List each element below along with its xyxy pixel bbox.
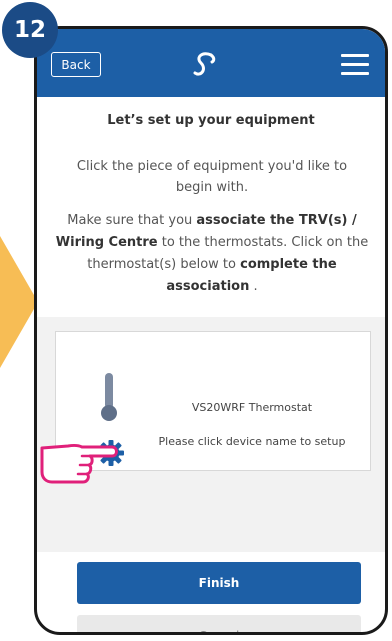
cancel-button[interactable]: Cancel bbox=[77, 615, 361, 632]
device-setup-hint: Please click device name to setup bbox=[158, 435, 346, 448]
phone-frame: Back Let’s set up your equipment Click t… bbox=[34, 26, 388, 635]
step-badge: 12 bbox=[2, 2, 58, 58]
association-instructions: Make sure that you associate the TRV(s) … bbox=[55, 213, 369, 294]
page-title: Let’s set up your equipment bbox=[107, 113, 315, 128]
salus-logo-icon bbox=[193, 52, 216, 76]
device-name-link[interactable]: VS20WRF Thermostat bbox=[147, 401, 357, 414]
back-button[interactable]: Back bbox=[51, 52, 101, 77]
intro-text: Click the piece of equipment you'd like … bbox=[76, 159, 348, 195]
app-header: Back bbox=[37, 29, 385, 97]
pointing-hand-icon bbox=[40, 443, 118, 484]
pointer-arrow bbox=[0, 236, 38, 368]
finish-button[interactable]: Finish bbox=[77, 562, 361, 604]
thermometer-icon bbox=[101, 373, 117, 421]
hamburger-menu-icon[interactable] bbox=[341, 54, 369, 76]
